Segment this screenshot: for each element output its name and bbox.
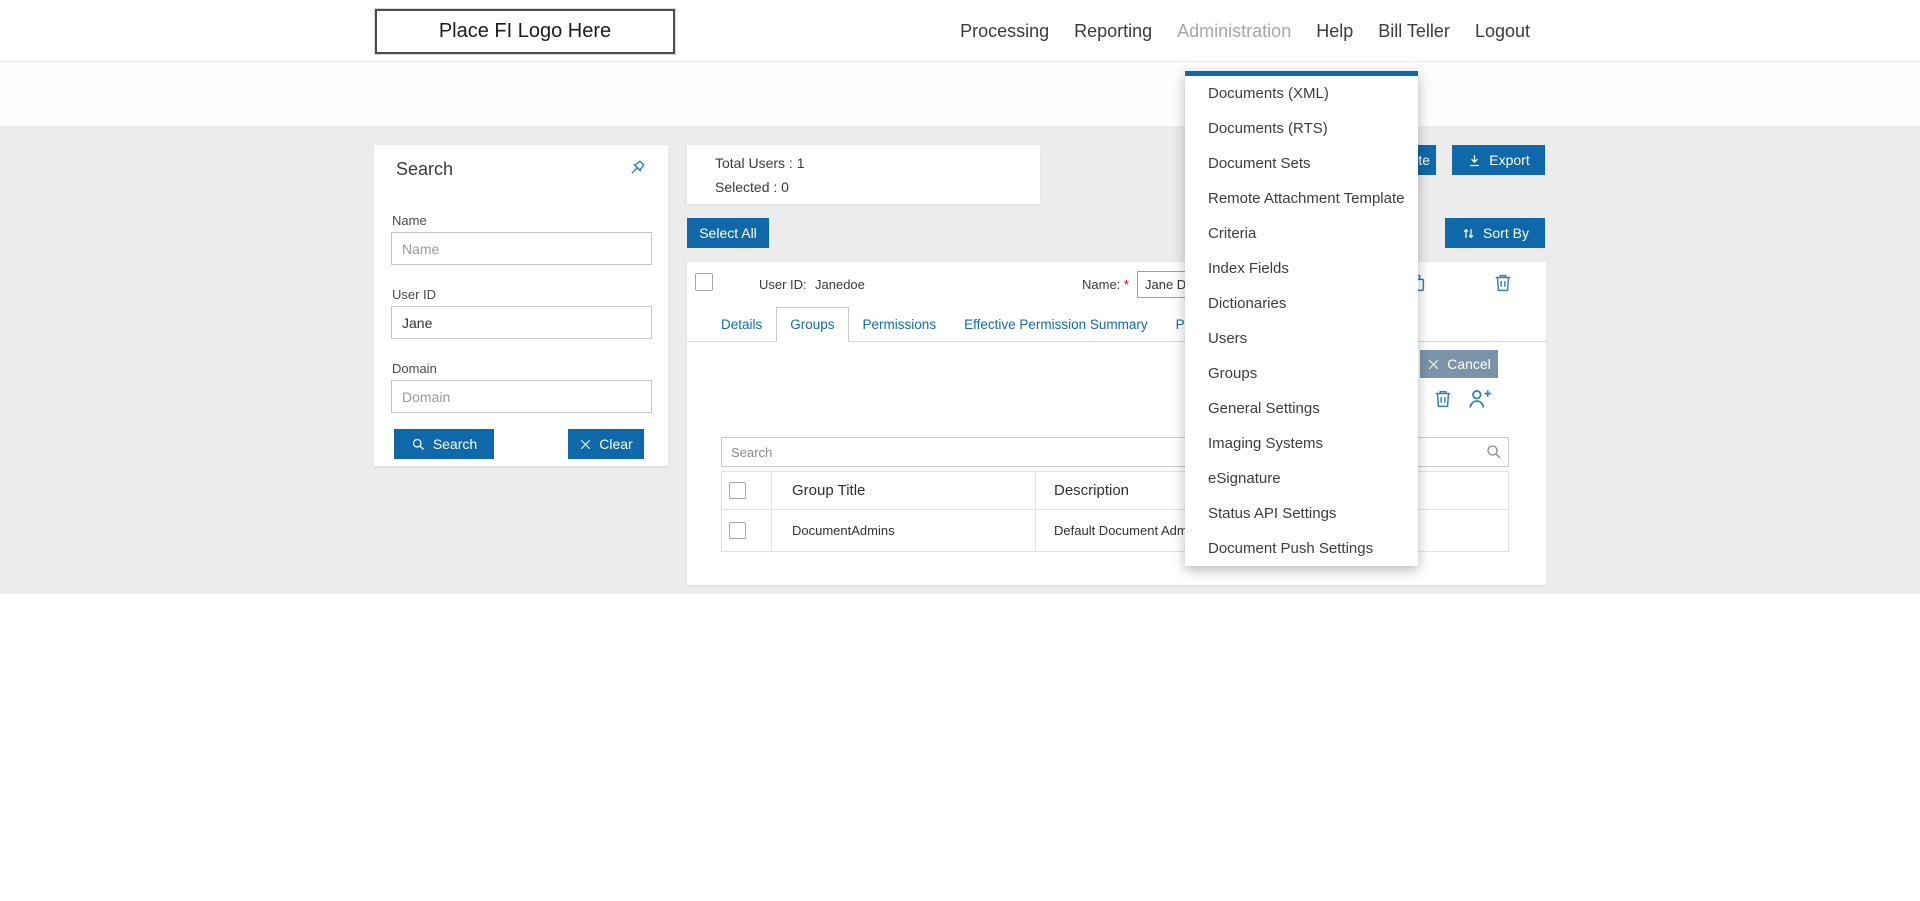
menu-item-users[interactable]: Users bbox=[1185, 321, 1418, 356]
x-icon bbox=[579, 438, 592, 451]
menu-item-remote-attachment-template[interactable]: Remote Attachment Template bbox=[1185, 181, 1418, 216]
tab-effective-permission-summary[interactable]: Effective Permission Summary bbox=[950, 307, 1162, 342]
export-button[interactable]: Export bbox=[1452, 145, 1545, 175]
user-id-field-label: User ID bbox=[392, 287, 436, 302]
menu-item-criteria[interactable]: Criteria bbox=[1185, 216, 1418, 251]
selected-count-text: Selected : 0 bbox=[715, 179, 789, 195]
pin-icon[interactable] bbox=[626, 157, 648, 179]
user-id-value: Janedoe bbox=[815, 277, 865, 292]
domain-input[interactable] bbox=[391, 380, 652, 413]
domain-field-label: Domain bbox=[392, 361, 437, 376]
menu-item-index-fields[interactable]: Index Fields bbox=[1185, 251, 1418, 286]
group-title-cell: DocumentAdmins bbox=[772, 510, 1036, 552]
menu-item-esignature[interactable]: eSignature bbox=[1185, 461, 1418, 496]
fi-logo-placeholder: Place FI Logo Here bbox=[375, 9, 675, 54]
menu-item-document-sets[interactable]: Document Sets bbox=[1185, 146, 1418, 181]
x-icon bbox=[1427, 358, 1440, 371]
page-header: User Maintenance i ctive Sign bbox=[0, 62, 1920, 126]
user-id-input[interactable] bbox=[391, 306, 652, 339]
nav-reporting[interactable]: Reporting bbox=[1074, 21, 1152, 42]
tab-groups[interactable]: Groups bbox=[776, 307, 848, 342]
menu-item-document-push-settings[interactable]: Document Push Settings bbox=[1185, 531, 1418, 566]
cancel-button[interactable]: Cancel bbox=[1420, 350, 1498, 378]
nav-administration[interactable]: Administration bbox=[1177, 21, 1291, 42]
tab-details[interactable]: Details bbox=[707, 307, 776, 342]
delete-group-icon[interactable] bbox=[1432, 388, 1454, 410]
row-checkbox-cell bbox=[722, 510, 772, 552]
search-button[interactable]: Search bbox=[394, 429, 494, 459]
clear-button-label: Clear bbox=[599, 436, 632, 452]
search-button-label: Search bbox=[433, 436, 477, 452]
name-label-text: Name: bbox=[1082, 277, 1120, 292]
screen: Place FI Logo Here Processing Reporting … bbox=[0, 0, 1920, 901]
group-row-checkbox[interactable] bbox=[729, 522, 746, 539]
magnifier-icon bbox=[411, 437, 426, 452]
header-checkbox-cell bbox=[722, 472, 772, 510]
menu-item-documents-xml[interactable]: Documents (XML) bbox=[1185, 76, 1418, 111]
user-id-label: User ID: bbox=[759, 277, 807, 292]
delete-user-icon[interactable] bbox=[1492, 272, 1514, 294]
menu-item-status-api-settings[interactable]: Status API Settings bbox=[1185, 496, 1418, 531]
export-button-label: Export bbox=[1489, 152, 1529, 168]
search-panel: Search Name User ID Domain Se bbox=[374, 145, 668, 466]
nav-user-bill-teller[interactable]: Bill Teller bbox=[1378, 21, 1450, 42]
download-icon bbox=[1467, 153, 1482, 168]
group-search-magnifier-icon bbox=[1485, 443, 1503, 461]
add-group-member-icon[interactable] bbox=[1466, 386, 1492, 412]
nav-logout[interactable]: Logout bbox=[1475, 21, 1530, 42]
nav-help[interactable]: Help bbox=[1316, 21, 1353, 42]
user-row-checkbox[interactable] bbox=[695, 273, 713, 291]
nav-processing[interactable]: Processing bbox=[960, 21, 1049, 42]
user-name-label: Name: * bbox=[1082, 277, 1129, 292]
column-group-title: Group Title bbox=[772, 472, 1036, 510]
sort-arrows-icon bbox=[1461, 226, 1476, 241]
menu-item-imaging-systems[interactable]: Imaging Systems bbox=[1185, 426, 1418, 461]
search-panel-title: Search bbox=[396, 159, 453, 180]
name-field-label: Name bbox=[392, 213, 427, 228]
clear-button[interactable]: Clear bbox=[568, 429, 644, 459]
required-asterisk: * bbox=[1124, 277, 1129, 292]
top-navigation: Processing Reporting Administration Help… bbox=[960, 0, 1530, 62]
menu-item-documents-rts[interactable]: Documents (RTS) bbox=[1185, 111, 1418, 146]
sort-by-button[interactable]: Sort By bbox=[1445, 218, 1545, 248]
summary-card: Total Users : 1 Selected : 0 bbox=[687, 145, 1040, 204]
total-users-text: Total Users : 1 bbox=[715, 155, 804, 171]
menu-item-general-settings[interactable]: General Settings bbox=[1185, 391, 1418, 426]
select-all-groups-checkbox[interactable] bbox=[729, 482, 746, 499]
name-input[interactable] bbox=[391, 232, 652, 265]
cancel-button-label: Cancel bbox=[1447, 356, 1491, 372]
tab-permissions[interactable]: Permissions bbox=[849, 307, 951, 342]
menu-item-dictionaries[interactable]: Dictionaries bbox=[1185, 286, 1418, 321]
administration-dropdown-menu: Documents (XML) Documents (RTS) Document… bbox=[1185, 71, 1418, 566]
menu-item-groups[interactable]: Groups bbox=[1185, 356, 1418, 391]
top-bar: Place FI Logo Here Processing Reporting … bbox=[0, 0, 1920, 62]
fi-logo-text: Place FI Logo Here bbox=[439, 20, 611, 43]
sort-by-button-label: Sort By bbox=[1483, 225, 1529, 241]
select-all-button[interactable]: Select All bbox=[687, 218, 769, 248]
